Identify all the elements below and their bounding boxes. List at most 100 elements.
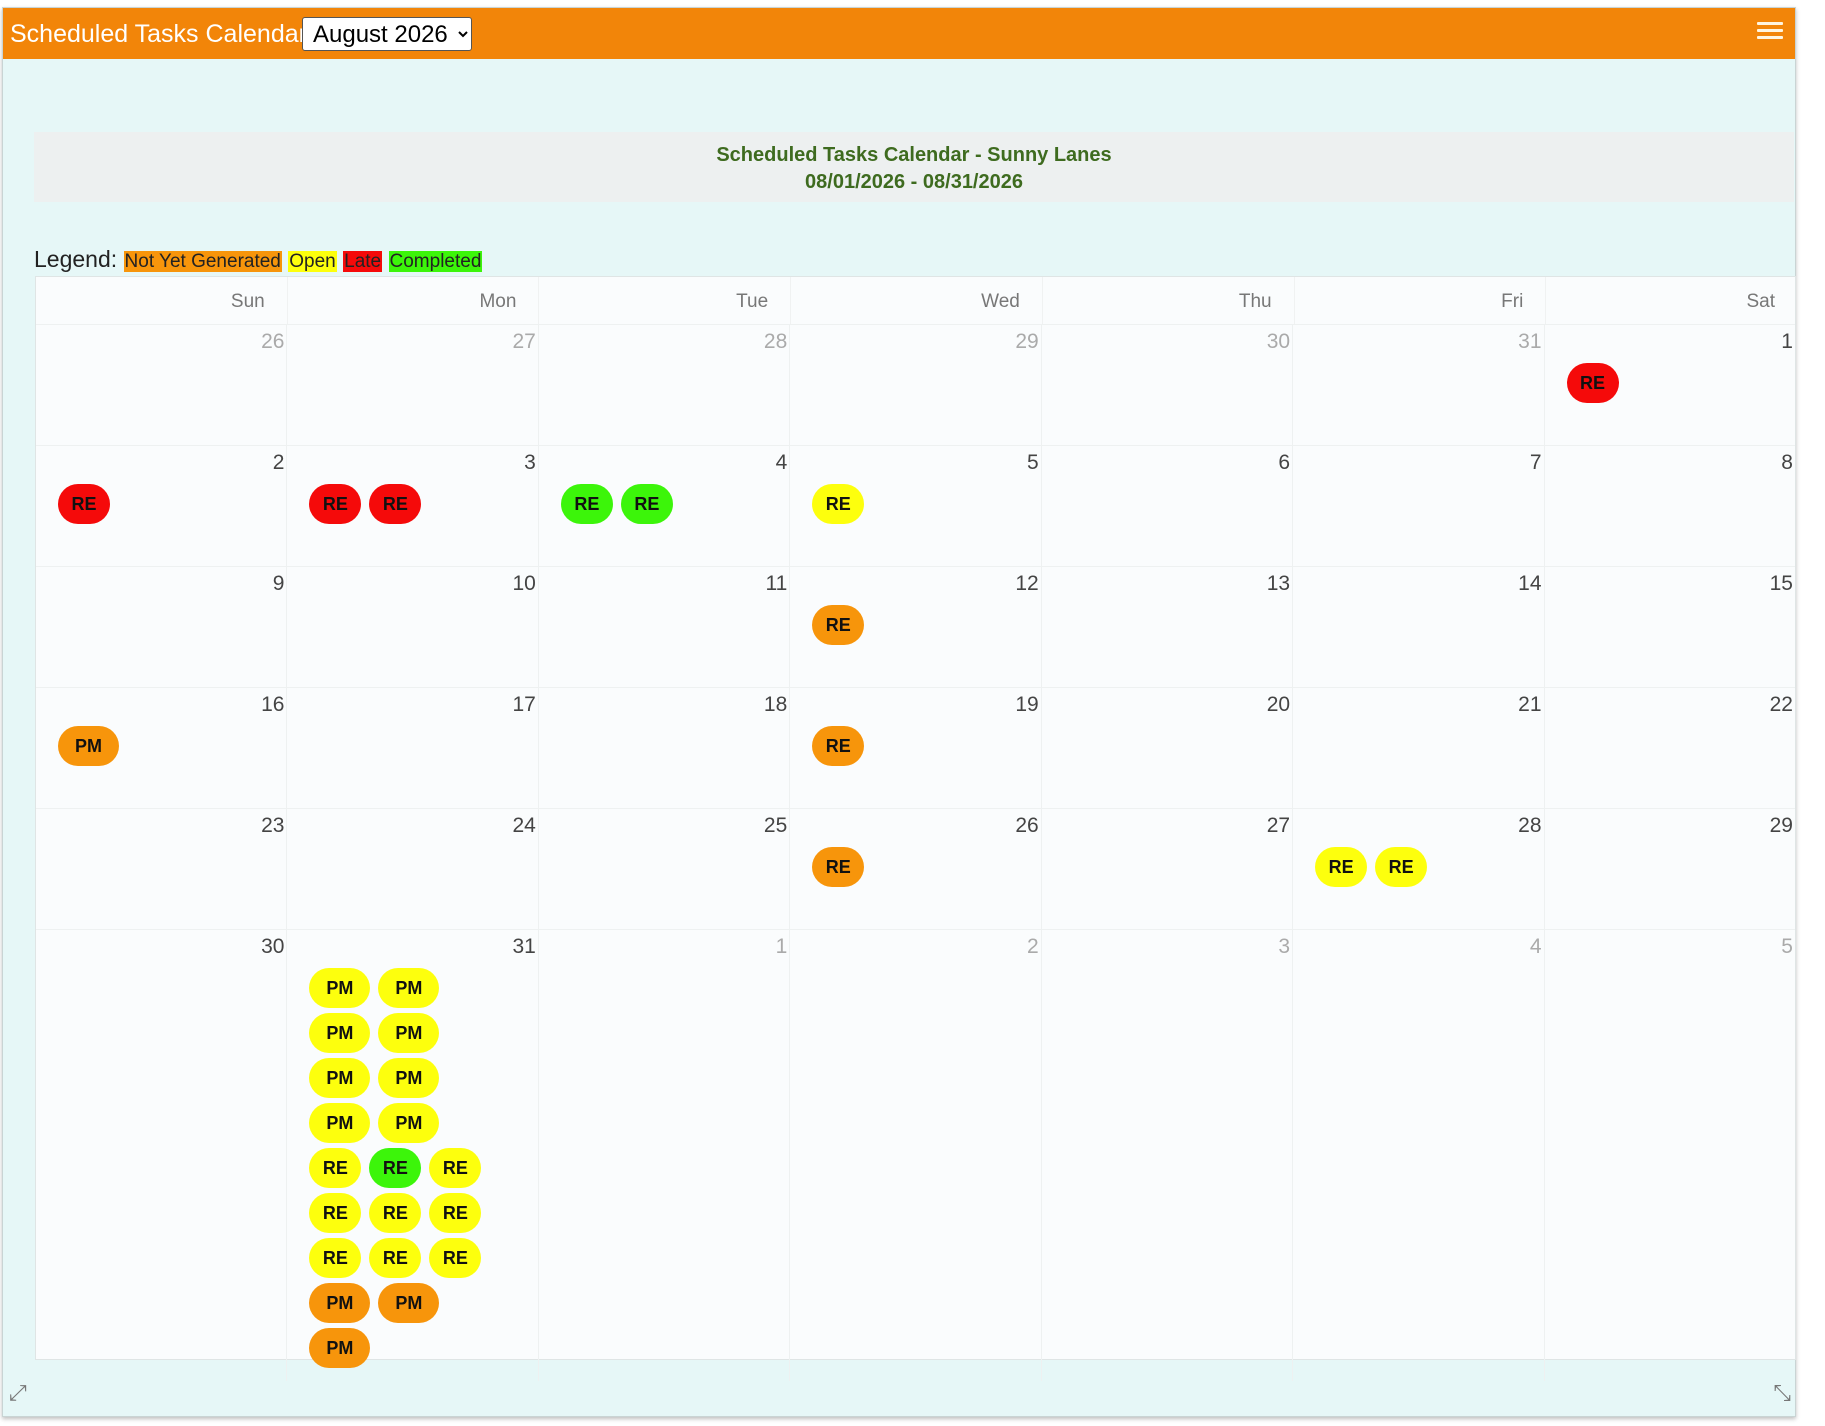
- day-number: 26: [261, 330, 285, 353]
- day-cell[interactable]: 19 RE: [790, 688, 1042, 808]
- day-cell[interactable]: 2 RE: [36, 446, 288, 566]
- task-badge-pm[interactable]: PM: [309, 1103, 371, 1143]
- day-cell[interactable]: 17: [287, 688, 539, 808]
- task-badge-pm[interactable]: PM: [378, 1103, 440, 1143]
- day-number: 4: [1529, 935, 1542, 958]
- task-badge-pm[interactable]: PM: [309, 1328, 371, 1368]
- day-cell[interactable]: 7: [1293, 446, 1545, 566]
- task-badge-re[interactable]: RE: [369, 1238, 422, 1278]
- day-cell[interactable]: 28: [539, 325, 791, 445]
- day-cell[interactable]: 11: [539, 567, 791, 687]
- task-list: RE: [812, 726, 992, 771]
- day-cell[interactable]: 25: [539, 809, 791, 929]
- day-cell[interactable]: 30: [36, 930, 288, 1381]
- day-cell[interactable]: 29: [790, 325, 1042, 445]
- task-badge-re[interactable]: RE: [560, 484, 613, 524]
- month-select[interactable]: August 2026: [302, 17, 472, 51]
- day-cell[interactable]: 23: [36, 809, 288, 929]
- day-cell[interactable]: 20: [1042, 688, 1294, 808]
- day-number: 20: [1266, 693, 1291, 716]
- day-cell[interactable]: 3 RE RE: [287, 446, 539, 566]
- weekday-header-row: Sun Mon Tue Wed Thu Fri Sat: [36, 277, 1795, 325]
- task-badge-re[interactable]: RE: [309, 484, 362, 524]
- day-number: 21: [1518, 693, 1542, 716]
- day-cell[interactable]: 31: [1293, 325, 1545, 445]
- day-cell[interactable]: 24: [287, 809, 539, 929]
- day-cell[interactable]: 26 RE: [790, 809, 1042, 929]
- day-cell[interactable]: 1 RE: [1545, 325, 1795, 445]
- day-cell[interactable]: 6: [1042, 446, 1294, 566]
- day-cell[interactable]: 15: [1545, 567, 1795, 687]
- day-cell[interactable]: 27: [1042, 809, 1294, 929]
- task-badge-re[interactable]: RE: [1566, 363, 1619, 403]
- task-badge-re[interactable]: RE: [429, 1193, 482, 1233]
- day-cell[interactable]: 13: [1042, 567, 1294, 687]
- day-cell[interactable]: 18: [539, 688, 791, 808]
- day-cell[interactable]: 31 PM PM PM PM PM PM PM PM RE RE RE RE RE RE RE RE RE PM PM…: [287, 930, 539, 1381]
- task-badge-re[interactable]: RE: [620, 484, 673, 524]
- task-badge-re[interactable]: RE: [1375, 847, 1428, 887]
- task-badge-re[interactable]: RE: [1315, 847, 1368, 887]
- title-bar: Scheduled Tasks Calendar August 2026: [3, 8, 1795, 59]
- day-cell[interactable]: 30: [1042, 325, 1294, 445]
- resize-diagonal-icon[interactable]: ⤢: [9, 1380, 27, 1406]
- day-cell[interactable]: 1: [539, 930, 791, 1381]
- task-badge-pm[interactable]: PM: [309, 1013, 371, 1053]
- day-cell[interactable]: 29: [1545, 809, 1795, 929]
- task-badge-re[interactable]: RE: [429, 1238, 482, 1278]
- task-badge-pm[interactable]: PM: [309, 968, 371, 1008]
- task-badge-re[interactable]: RE: [429, 1148, 482, 1188]
- day-cell[interactable]: 16 PM: [36, 688, 288, 808]
- task-badge-re[interactable]: RE: [812, 847, 865, 887]
- task-badge-pm[interactable]: PM: [378, 968, 440, 1008]
- task-list: RE RE: [1315, 847, 1495, 892]
- task-badge-pm[interactable]: PM: [378, 1058, 440, 1098]
- day-number: 12: [1015, 572, 1039, 595]
- task-badge-re[interactable]: RE: [369, 484, 422, 524]
- day-cell[interactable]: 4: [1293, 930, 1545, 1381]
- day-cell[interactable]: 5 RE: [790, 446, 1042, 566]
- day-cell[interactable]: 4 RE RE: [539, 446, 791, 566]
- day-cell[interactable]: 2: [790, 930, 1042, 1381]
- day-cell[interactable]: 5: [1545, 930, 1795, 1381]
- legend-item-open: Open: [288, 251, 337, 272]
- day-cell[interactable]: 21: [1293, 688, 1545, 808]
- task-badge-pm[interactable]: PM: [309, 1058, 371, 1098]
- task-badge-re[interactable]: RE: [309, 1148, 362, 1188]
- day-cell[interactable]: 9: [36, 567, 288, 687]
- day-number: 22: [1769, 693, 1793, 716]
- day-cell[interactable]: 27: [287, 325, 539, 445]
- week-row: 16 PM 17 18 19 RE 20 21 22: [36, 688, 1795, 809]
- day-cell[interactable]: 22: [1545, 688, 1795, 808]
- task-badge-pm[interactable]: PM: [378, 1283, 440, 1323]
- task-badge-re[interactable]: RE: [812, 484, 865, 524]
- legend-item-completed: Completed: [388, 251, 483, 272]
- task-badge-re[interactable]: RE: [58, 484, 110, 524]
- day-cell[interactable]: 3: [1042, 930, 1294, 1381]
- day-number: 17: [512, 693, 536, 716]
- day-cell[interactable]: 28 RE RE: [1293, 809, 1545, 929]
- day-cell[interactable]: 8: [1545, 446, 1795, 566]
- day-number: 1: [775, 935, 788, 958]
- task-badge-pm[interactable]: PM: [378, 1013, 440, 1053]
- day-cell[interactable]: 12 RE: [790, 567, 1042, 687]
- resize-diagonal-icon[interactable]: ⤡: [1773, 1380, 1791, 1406]
- day-number: 26: [1015, 814, 1039, 837]
- task-badge-pm[interactable]: PM: [58, 726, 119, 766]
- day-cell[interactable]: 26: [36, 325, 288, 445]
- task-badge-re[interactable]: RE: [369, 1193, 422, 1233]
- day-number: 5: [1027, 451, 1039, 474]
- task-badge-re[interactable]: RE: [812, 726, 865, 766]
- day-number: 30: [1266, 330, 1291, 353]
- hamburger-menu-icon[interactable]: [1757, 22, 1783, 40]
- task-badge-re[interactable]: RE: [309, 1238, 362, 1278]
- task-badge-pm[interactable]: PM: [309, 1283, 371, 1323]
- day-cell[interactable]: 10: [287, 567, 539, 687]
- task-badge-re[interactable]: RE: [369, 1148, 422, 1188]
- task-list: RE: [812, 605, 992, 650]
- menu-line: [1757, 29, 1783, 32]
- task-badge-re[interactable]: RE: [812, 605, 865, 645]
- task-list: RE: [58, 484, 238, 529]
- task-badge-re[interactable]: RE: [309, 1193, 362, 1233]
- day-cell[interactable]: 14: [1293, 567, 1545, 687]
